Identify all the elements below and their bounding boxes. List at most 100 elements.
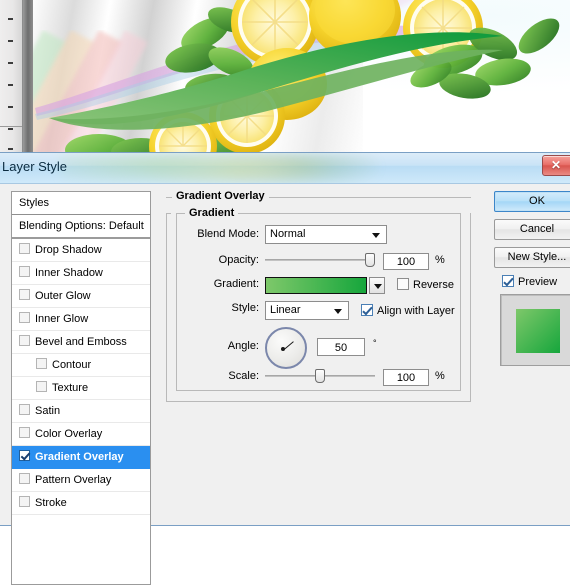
angle-unit: ° xyxy=(373,338,377,348)
checkbox-icon[interactable] xyxy=(19,496,30,507)
style-preview-thumbnail xyxy=(500,294,570,366)
opacity-label: Opacity: xyxy=(218,254,259,266)
checkbox-icon[interactable] xyxy=(19,427,30,438)
reverse-checkbox[interactable]: Reverse xyxy=(397,278,454,291)
checkbox-icon[interactable] xyxy=(19,289,30,300)
scale-label: Scale: xyxy=(228,370,259,382)
style-item-inner-shadow[interactable]: Inner Shadow xyxy=(12,262,150,285)
blend-mode-label: Blend Mode: xyxy=(197,228,259,240)
style-item-label: Inner Shadow xyxy=(35,267,103,279)
gradient-group-title: Gradient xyxy=(185,207,239,219)
canvas-edge-shadow xyxy=(23,0,33,158)
preview-checkbox[interactable]: Preview xyxy=(502,275,570,288)
style-item-label: Outer Glow xyxy=(35,290,91,302)
style-item-bevel-and-emboss[interactable]: Bevel and Emboss xyxy=(12,331,150,354)
gradient-style-select[interactable]: Linear xyxy=(265,301,349,320)
gradient-style-value: Linear xyxy=(270,304,301,316)
preview-gradient-swatch xyxy=(516,309,560,353)
titlebar-glass-blur xyxy=(60,153,380,183)
style-item-drop-shadow[interactable]: Drop Shadow xyxy=(12,239,150,262)
scale-slider-knob[interactable] xyxy=(315,369,325,383)
gradient-preview-swatch[interactable] xyxy=(265,277,367,294)
blend-mode-select[interactable]: Normal xyxy=(265,225,387,244)
align-with-layer-checkbox[interactable]: Align with Layer xyxy=(361,304,455,317)
angle-input[interactable]: 50 xyxy=(317,338,365,356)
opacity-slider[interactable] xyxy=(265,253,375,267)
gradient-row: Gradient: Reverse xyxy=(185,274,454,298)
style-item-inner-glow[interactable]: Inner Glow xyxy=(12,308,150,331)
angle-label: Angle: xyxy=(227,340,259,352)
gradient-overlay-settings: Gradient Overlay Gradient Blend Mode: No… xyxy=(166,190,471,402)
close-icon[interactable]: ✕ xyxy=(542,155,570,176)
style-item-contour[interactable]: Contour xyxy=(12,354,150,377)
style-item-pattern-overlay[interactable]: Pattern Overlay xyxy=(12,469,150,492)
style-item-gradient-overlay[interactable]: Gradient Overlay xyxy=(12,446,150,469)
opacity-row: Opacity: 100 % xyxy=(185,250,452,274)
gradient-group: Gradient Blend Mode: Normal Opacity: 100… xyxy=(176,207,461,391)
style-item-outer-glow[interactable]: Outer Glow xyxy=(12,285,150,308)
angle-dial[interactable] xyxy=(265,327,307,369)
chevron-down-icon xyxy=(374,284,382,289)
checkbox-icon-checked[interactable] xyxy=(19,450,30,461)
style-item-label: Texture xyxy=(52,382,89,394)
checkbox-icon[interactable] xyxy=(19,312,30,323)
dialog-title: Layer Style xyxy=(2,159,68,174)
style-item-stroke[interactable]: Stroke xyxy=(12,492,150,515)
new-style-button[interactable]: New Style... xyxy=(494,247,570,268)
style-item-label: Satin xyxy=(35,405,61,417)
checkbox-icon[interactable] xyxy=(19,473,30,484)
photoshop-canvas-area xyxy=(0,0,570,158)
scale-row: Scale: 100 % xyxy=(185,366,452,390)
blend-mode-row: Blend Mode: Normal xyxy=(185,224,452,250)
preview-label: Preview xyxy=(518,276,558,288)
style-item-label: Inner Glow xyxy=(35,313,89,325)
gradient-label: Gradient: xyxy=(213,278,259,290)
style-row: Style: Linear Align with Layer xyxy=(185,298,455,324)
cancel-button[interactable]: Cancel xyxy=(494,219,570,240)
section-header: Gradient Overlay xyxy=(166,190,471,204)
style-item-label: Pattern Overlay xyxy=(35,474,112,486)
style-item-label: Color Overlay xyxy=(35,428,103,440)
opacity-input[interactable]: 100 xyxy=(383,253,429,270)
checkbox-icon[interactable] xyxy=(36,381,47,392)
close-glyph: ✕ xyxy=(551,158,562,172)
scale-input[interactable]: 100 xyxy=(383,369,429,386)
styles-panel-header[interactable]: Styles xyxy=(11,191,151,216)
layer-style-dialog: Layer Style ✕ Styles Blending Options: D… xyxy=(0,152,570,585)
checkbox-icon[interactable] xyxy=(19,243,30,254)
section-body: Gradient Blend Mode: Normal Opacity: 100… xyxy=(166,207,471,402)
gradient-picker-dropdown[interactable] xyxy=(369,277,385,294)
dialog-actions: OK Cancel New Style... Preview xyxy=(494,191,570,366)
style-item-color-overlay[interactable]: Color Overlay xyxy=(12,423,150,446)
dialog-titlebar[interactable]: Layer Style ✕ xyxy=(0,153,570,184)
dialog-body: Styles Blending Options: Default Drop Sh… xyxy=(0,184,570,585)
checkbox-icon[interactable] xyxy=(397,278,409,290)
chevron-down-icon xyxy=(372,233,380,238)
checkbox-icon[interactable] xyxy=(19,266,30,277)
checkbox-icon[interactable] xyxy=(19,335,30,346)
style-item-label: Blending Options: Default xyxy=(19,220,144,232)
styles-list[interactable]: Blending Options: Default Drop Shadow In… xyxy=(11,215,151,585)
opacity-slider-knob[interactable] xyxy=(365,253,375,267)
ok-button[interactable]: OK xyxy=(494,191,570,212)
scale-slider[interactable] xyxy=(265,369,375,383)
style-item-label: Contour xyxy=(52,359,92,371)
checkbox-icon[interactable] xyxy=(36,358,47,369)
align-with-layer-label: Align with Layer xyxy=(377,305,455,317)
style-item-label: Stroke xyxy=(35,497,67,509)
reverse-label: Reverse xyxy=(413,279,454,291)
vertical-ruler xyxy=(0,0,23,158)
blend-mode-value: Normal xyxy=(270,228,306,240)
artwork-image xyxy=(33,0,570,158)
checkbox-icon-checked[interactable] xyxy=(502,275,514,287)
checkbox-icon[interactable] xyxy=(19,404,30,415)
style-item-texture[interactable]: Texture xyxy=(12,377,150,400)
style-item-blending-options[interactable]: Blending Options: Default xyxy=(12,215,150,239)
opacity-unit: % xyxy=(435,254,445,266)
angle-row: Angle: 50 ° xyxy=(185,324,452,369)
scale-unit: % xyxy=(435,370,445,382)
style-item-label: Gradient Overlay xyxy=(35,451,124,463)
checkbox-icon-checked[interactable] xyxy=(361,304,373,316)
artwork-vector-scene xyxy=(35,0,560,158)
style-item-satin[interactable]: Satin xyxy=(12,400,150,423)
